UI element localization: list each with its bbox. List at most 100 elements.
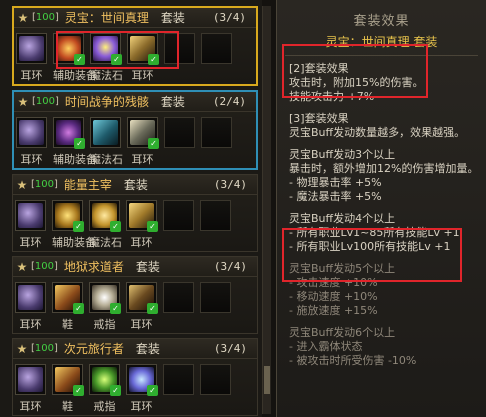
- set-type: 套装: [123, 178, 148, 192]
- equip-slot-magicstone[interactable]: ✓: [89, 200, 121, 232]
- set-header: ★ [100] 能量主宰 套装 (3/4): [13, 175, 257, 195]
- set-type: 套装: [160, 95, 185, 109]
- equip-slot-empty: [163, 364, 194, 395]
- set-item-energy[interactable]: ★ [100] 能量主宰 套装 (3/4) ✓ ✓ ✓ 耳环 辅助装备 魔法石 …: [12, 174, 258, 252]
- set-name: 灵宝：世间真理: [64, 11, 149, 25]
- set-item-hell-seeker[interactable]: ★ [100] 地狱求道者 套装 (3/4) ✓ ✓ ✓ 耳环 鞋 戒指 耳环: [12, 256, 258, 334]
- check-icon: ✓: [110, 221, 121, 232]
- star-icon: ★: [16, 341, 28, 356]
- slot-label: 耳环: [19, 318, 42, 331]
- set-count: (3/4): [213, 342, 247, 355]
- scrollbar-thumb[interactable]: [264, 366, 270, 394]
- equip-slot-earring[interactable]: [15, 282, 46, 313]
- buff3-line: 暴击时，额外增加12%的伤害增加量。: [289, 162, 479, 175]
- slot-label: 戒指: [93, 318, 116, 331]
- slot-label: 魔法石: [90, 69, 123, 82]
- buff6-head: 灵宝Buff发动6个以上: [289, 326, 396, 339]
- set-header: ★ [100] 地狱求道者 套装 (3/4): [13, 257, 257, 277]
- slot-label: 耳环: [20, 153, 43, 166]
- slot-label: 辅助装备: [53, 69, 97, 82]
- set-count: (3/4): [212, 11, 246, 24]
- highlight-box: [282, 44, 428, 98]
- buff5-line: - 移动速度 +10%: [289, 290, 378, 303]
- slot-label: 鞋: [62, 318, 73, 331]
- buff3-head: 灵宝Buff发动3个以上: [289, 148, 396, 161]
- set-count: (3/4): [213, 260, 247, 273]
- slot-label: 耳环: [20, 69, 43, 82]
- set-name: 地狱求道者: [63, 260, 124, 274]
- slot-label: 耳环: [131, 69, 154, 82]
- check-icon: ✓: [110, 303, 121, 314]
- set-level: 100: [34, 343, 54, 354]
- slot-label: 耳环: [19, 236, 42, 249]
- equip-slot-earring[interactable]: [15, 364, 46, 395]
- set-name: 次元旅行者: [63, 342, 124, 356]
- equip-slot-empty: [201, 33, 232, 64]
- star-icon: ★: [16, 177, 28, 192]
- panel-title: 套装效果: [353, 14, 410, 29]
- equip-slot-support[interactable]: ✓: [53, 117, 85, 149]
- equip-slot-earring-2[interactable]: ✓: [126, 200, 158, 232]
- equip-slot-ring[interactable]: ✓: [89, 282, 121, 314]
- effect3-intro: 灵宝Buff发动数量越多，效果越强。: [289, 126, 466, 139]
- set-level: 100: [34, 261, 54, 272]
- equip-slot-earring[interactable]: [16, 117, 47, 148]
- star-icon: ★: [16, 259, 28, 274]
- check-icon: ✓: [147, 221, 158, 232]
- set-item-time-war[interactable]: ★ [100] 时间战争的残骸 套装 (2/4) ✓ ✓ 耳环 辅助装备 魔法石…: [12, 90, 258, 170]
- slot-label: 魔法石: [90, 153, 123, 166]
- highlight-box: [56, 31, 179, 69]
- slot-label: 耳环: [130, 400, 153, 413]
- buff4-head: 灵宝Buff发动4个以上: [289, 212, 396, 225]
- buff3-line: - 魔法暴击率 +5%: [289, 190, 382, 203]
- set-count: (3/4): [213, 178, 247, 191]
- set-level: 100: [35, 12, 55, 23]
- check-icon: ✓: [148, 138, 159, 149]
- set-name: 时间战争的残骸: [64, 95, 149, 109]
- equip-slot-earring-2[interactable]: ✓: [127, 117, 159, 149]
- slot-label: 耳环: [19, 400, 42, 413]
- set-level: 100: [34, 179, 54, 190]
- effect3-head: [3]套装效果: [289, 112, 349, 125]
- slot-label: 辅助装备: [52, 236, 96, 249]
- equip-slot-earring-2[interactable]: ✓: [126, 364, 158, 396]
- check-icon: ✓: [73, 303, 84, 314]
- slot-label: 魔法石: [89, 236, 122, 249]
- set-level: 100: [35, 96, 55, 107]
- set-name: 能量主宰: [63, 178, 112, 192]
- buff6-line: - 进入霸体状态: [289, 340, 363, 353]
- check-icon: ✓: [73, 221, 84, 232]
- set-type: 套装: [160, 11, 185, 25]
- buff6-line: - 被攻击时所受伤害 -10%: [289, 354, 417, 367]
- equip-slot-support[interactable]: ✓: [52, 200, 84, 232]
- set-header: ★ [100] 次元旅行者 套装 (3/4): [13, 339, 257, 359]
- equip-slot-empty: [200, 282, 231, 313]
- equip-slot-empty: [163, 200, 194, 231]
- equip-slot-shoes[interactable]: ✓: [52, 364, 84, 396]
- slot-label: 辅助装备: [53, 153, 97, 166]
- star-icon: ★: [17, 94, 29, 109]
- equip-slot-ring[interactable]: ✓: [89, 364, 121, 396]
- equip-slot-magicstone[interactable]: [90, 117, 121, 148]
- set-header: ★ [100] 灵宝：世间真理 套装 (3/4): [14, 8, 256, 28]
- equip-slot-empty: [163, 282, 194, 313]
- equip-slot-empty: [200, 200, 231, 231]
- slot-label: 鞋: [62, 400, 73, 413]
- set-item-dimension-traveler[interactable]: ★ [100] 次元旅行者 套装 (3/4) ✓ ✓ ✓ 耳环 鞋 戒指 耳环: [12, 338, 258, 416]
- equip-slot-earring[interactable]: [15, 200, 46, 231]
- scrollbar[interactable]: [262, 6, 271, 414]
- equip-slot-shoes[interactable]: ✓: [52, 282, 84, 314]
- highlight-box: [282, 228, 462, 282]
- set-list: ★ [100] 灵宝：世间真理 套装 (3/4) ✓ ✓ ✓ 耳环 辅助装备 魔…: [0, 0, 262, 417]
- star-icon: ★: [17, 10, 29, 25]
- slot-label: 耳环: [130, 318, 153, 331]
- check-icon: ✓: [147, 303, 158, 314]
- check-icon: ✓: [74, 138, 85, 149]
- buff3-line: - 物理暴击率 +5%: [289, 176, 382, 189]
- check-icon: ✓: [147, 385, 158, 396]
- equip-slot-earring[interactable]: [16, 33, 47, 64]
- set-count: (2/4): [212, 95, 246, 108]
- equip-slot-earring-2[interactable]: ✓: [126, 282, 158, 314]
- set-type: 套装: [135, 342, 160, 356]
- slot-label: 耳环: [131, 153, 154, 166]
